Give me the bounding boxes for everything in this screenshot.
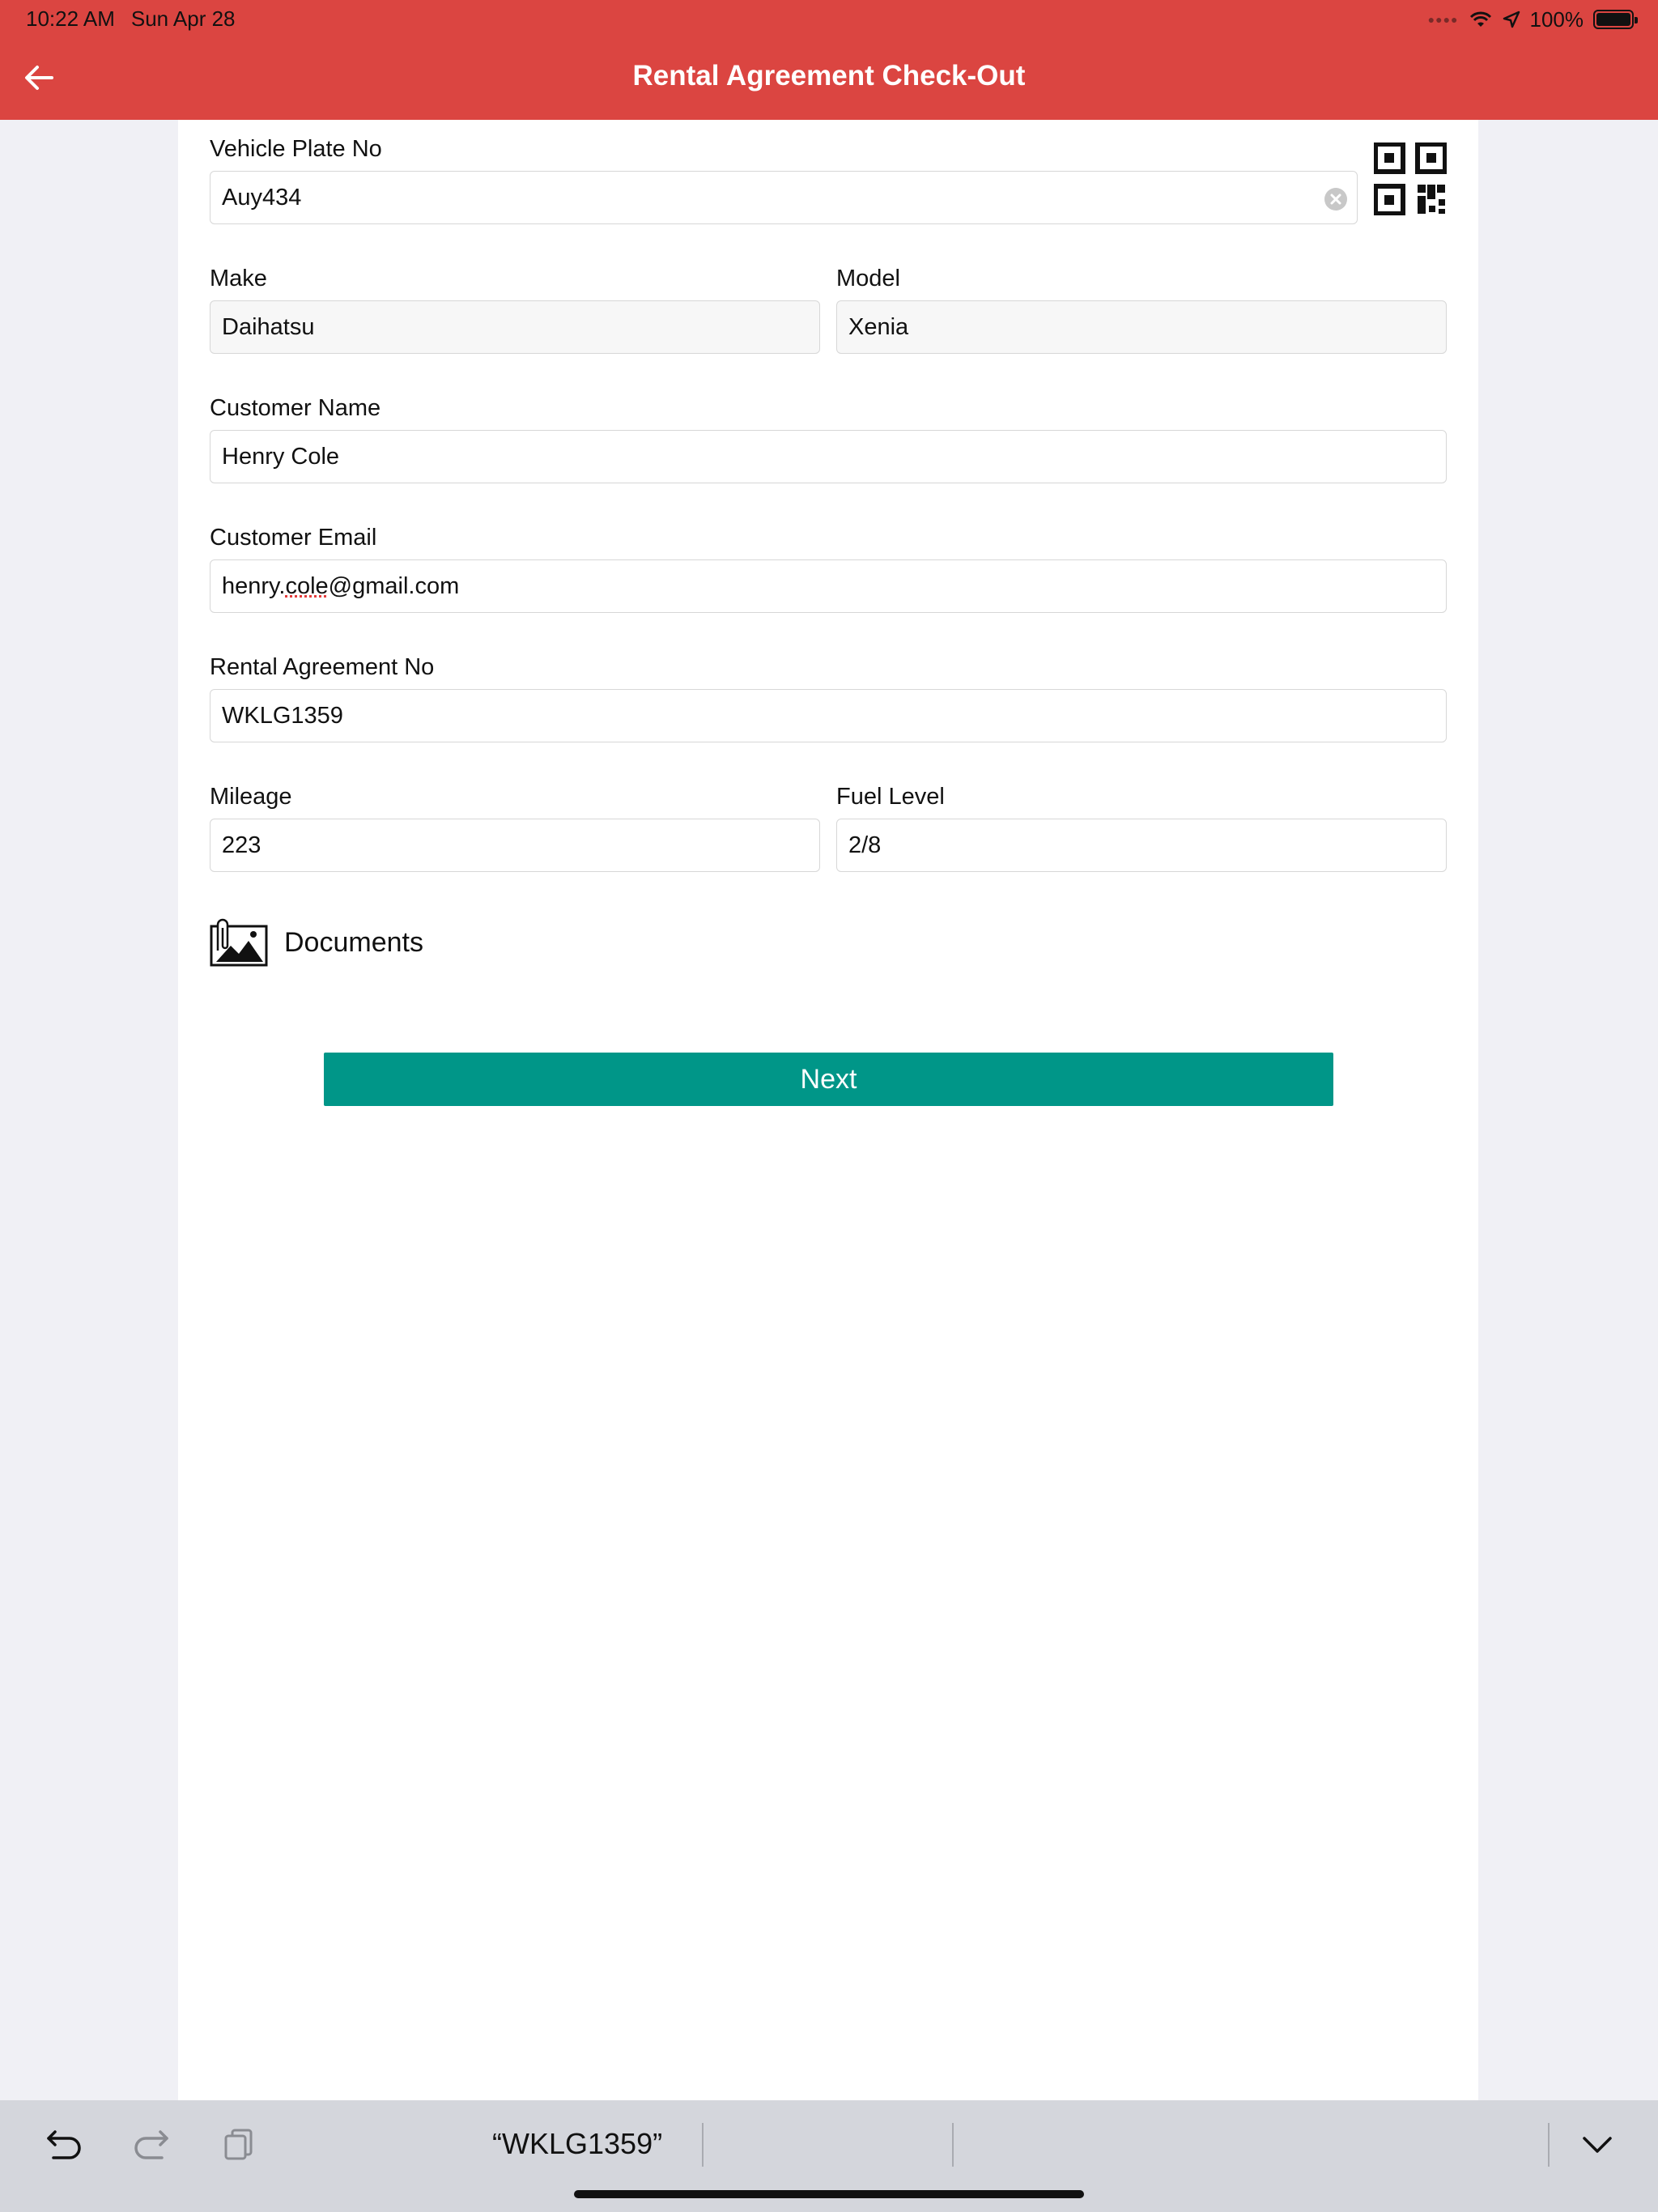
documents-row[interactable]: Documents: [210, 917, 423, 968]
model-label: Model: [836, 266, 900, 291]
email-suffix: @gmail.com: [328, 572, 460, 599]
attachment-image-icon: [210, 918, 268, 967]
undo-icon: [47, 2130, 81, 2159]
close-icon: [1330, 194, 1341, 205]
model-value: Xenia: [848, 313, 909, 340]
make-input[interactable]: Daihatsu: [210, 300, 820, 354]
dismiss-keyboard-button[interactable]: [1577, 2125, 1618, 2165]
keyboard-suggestion[interactable]: “WKLG1359”: [492, 2123, 662, 2165]
location-arrow-icon: [1503, 11, 1520, 28]
next-button[interactable]: Next: [324, 1053, 1333, 1106]
email-prefix: henry.: [222, 572, 286, 599]
suggestion-divider: [952, 2123, 954, 2167]
model-input[interactable]: Xenia: [836, 300, 1447, 354]
battery-icon: [1593, 10, 1638, 29]
customer-email-value: henry.cole@gmail.com: [222, 573, 459, 600]
vehicle-plate-input[interactable]: Auy434: [210, 171, 1358, 224]
page-title: Rental Agreement Check-Out: [632, 60, 1026, 91]
status-indicators: ●●●● 100%: [1427, 6, 1638, 32]
redo-button[interactable]: [131, 2125, 172, 2165]
vehicle-plate-value: Auy434: [222, 184, 302, 211]
undo-button[interactable]: [44, 2125, 84, 2165]
rental-agreement-value: WKLG1359: [222, 702, 343, 729]
rental-agreement-input[interactable]: WKLG1359: [210, 689, 1447, 742]
status-date: Sun Apr 28: [130, 6, 236, 31]
vehicle-plate-label: Vehicle Plate No: [210, 136, 382, 162]
paste-button[interactable]: [219, 2125, 259, 2165]
suggestion-divider: [702, 2123, 704, 2167]
rental-agreement-label: Rental Agreement No: [210, 654, 435, 680]
redo-icon: [134, 2130, 168, 2159]
mileage-input[interactable]: 223: [210, 819, 820, 872]
suggestion-divider: [1548, 2123, 1550, 2167]
top-bar: 10:22 AM Sun Apr 28 ●●●● 100% Rental Agre…: [0, 0, 1658, 120]
make-label: Make: [210, 266, 267, 291]
mileage-label: Mileage: [210, 784, 292, 810]
qr-code-scan-icon[interactable]: [1374, 143, 1447, 215]
email-misspelled-word: cole: [285, 572, 329, 599]
battery-percent: 100%: [1529, 6, 1584, 32]
customer-name-label: Customer Name: [210, 395, 381, 421]
home-indicator[interactable]: [574, 2190, 1084, 2198]
clipboard-icon: [224, 2129, 253, 2160]
fuel-level-input[interactable]: 2/8: [836, 819, 1447, 872]
fuel-level-value: 2/8: [848, 832, 882, 858]
customer-email-input[interactable]: henry.cole@gmail.com: [210, 559, 1447, 613]
make-value: Daihatsu: [222, 313, 315, 340]
fuel-level-label: Fuel Level: [836, 784, 945, 810]
clear-input-button[interactable]: [1324, 188, 1347, 211]
customer-email-label: Customer Email: [210, 525, 377, 551]
wifi-icon: [1469, 11, 1491, 27]
documents-label: Documents: [284, 926, 423, 958]
customer-name-input[interactable]: Henry Cole: [210, 430, 1447, 483]
status-time: 10:22 AM Sun Apr 28: [26, 6, 236, 32]
chevron-down-icon: [1583, 2137, 1612, 2153]
signal-dots-icon: ●●●●: [1427, 13, 1459, 26]
mileage-value: 223: [222, 832, 261, 858]
status-clock: 10:22 AM: [26, 6, 115, 31]
customer-name-value: Henry Cole: [222, 443, 340, 470]
